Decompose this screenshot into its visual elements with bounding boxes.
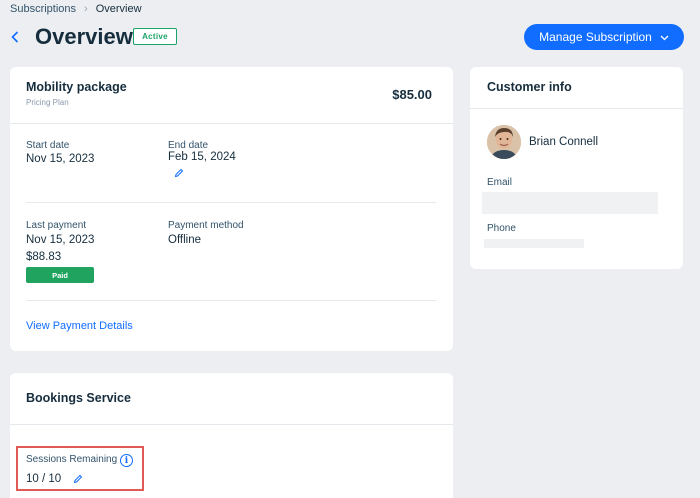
chevron-left-icon xyxy=(11,31,19,43)
customer-card-title: Customer info xyxy=(487,80,572,94)
plan-card: Mobility package Pricing Plan $85.00 Sta… xyxy=(10,67,453,351)
start-date-label: Start date xyxy=(26,140,70,151)
divider xyxy=(26,300,436,301)
divider xyxy=(10,424,453,425)
chevron-right-icon: › xyxy=(84,3,88,15)
plan-type: Pricing Plan xyxy=(26,98,69,107)
sessions-highlight-box xyxy=(16,446,144,491)
email-label: Email xyxy=(487,177,513,188)
breadcrumb: Subscriptions › Overview xyxy=(10,3,142,15)
divider xyxy=(10,123,453,124)
manage-subscription-button[interactable]: Manage Subscription xyxy=(524,24,684,50)
manage-subscription-label: Manage Subscription xyxy=(539,30,652,44)
view-payment-details-link[interactable]: View Payment Details xyxy=(26,320,133,332)
phone-redacted xyxy=(484,239,584,248)
end-date-label: End date xyxy=(168,140,209,151)
edit-end-date-button[interactable] xyxy=(174,168,184,181)
plan-price: $85.00 xyxy=(392,87,432,102)
breadcrumb-overview: Overview xyxy=(95,3,142,15)
chevron-down-icon xyxy=(660,35,669,40)
customer-card: Customer info Brian Connell Email Phone xyxy=(470,67,683,269)
pencil-icon xyxy=(174,168,184,178)
divider xyxy=(26,202,436,203)
payment-method-value: Offline xyxy=(168,234,202,246)
status-badge: Active xyxy=(133,28,177,45)
bookings-card-title: Bookings Service xyxy=(26,391,131,405)
plan-name: Mobility package xyxy=(26,80,127,94)
last-payment-date: Nov 15, 2023 xyxy=(26,234,95,246)
last-payment-label: Last payment xyxy=(26,220,87,231)
divider xyxy=(470,108,683,109)
avatar[interactable] xyxy=(487,125,521,159)
start-date-value: Nov 15, 2023 xyxy=(26,153,95,165)
back-button[interactable] xyxy=(8,27,22,47)
paid-badge: Paid xyxy=(26,267,94,283)
phone-label: Phone xyxy=(487,223,516,234)
breadcrumb-subscriptions[interactable]: Subscriptions xyxy=(10,3,76,15)
page-title: Overview xyxy=(35,24,133,49)
email-redacted xyxy=(482,192,658,214)
end-date-value: Feb 15, 2024 xyxy=(168,151,236,163)
payment-method-label: Payment method xyxy=(168,220,244,231)
customer-name[interactable]: Brian Connell xyxy=(529,136,598,148)
last-payment-amount: $88.83 xyxy=(26,251,62,263)
